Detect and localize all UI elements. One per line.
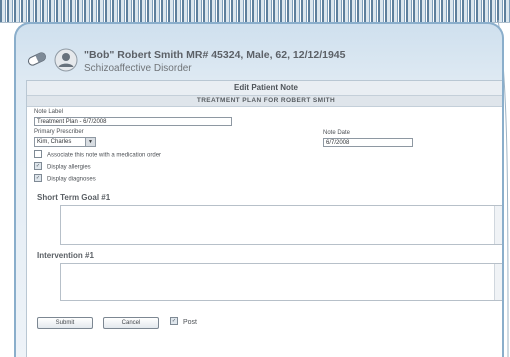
post-label: Post xyxy=(183,318,198,326)
note-label-input[interactable]: Treatment Plan - 6/7/2008 xyxy=(34,117,232,126)
treatment-plan-title: TREATMENT PLAN FOR ROBERT SMITH xyxy=(27,96,502,107)
note-date-input[interactable]: 6/7/2008 xyxy=(323,138,413,147)
intervention-scrollbar[interactable] xyxy=(494,264,502,300)
check-icon: ✓ xyxy=(35,175,41,181)
screenshot-stage: "Bob" Robert Smith MR# 45324, Male, 62, … xyxy=(0,0,510,357)
short-term-goal-textarea[interactable] xyxy=(60,205,502,245)
check-icon: ✓ xyxy=(171,318,177,324)
chevron-down-icon[interactable]: ▼ xyxy=(85,138,95,146)
associate-order-checkbox[interactable] xyxy=(34,150,42,158)
primary-prescriber-label: Primary Prescriber xyxy=(34,129,84,135)
note-label-label: Note Label xyxy=(34,109,64,115)
primary-prescriber-value: Kim, Charles xyxy=(37,139,72,145)
edit-note-form: Edit Patient Note TREATMENT PLAN FOR ROB… xyxy=(26,80,502,357)
display-allergies-label: Display allergies xyxy=(47,164,91,171)
submit-button[interactable]: Submit xyxy=(37,317,93,329)
pill-icon[interactable] xyxy=(26,52,48,66)
associate-order-checkbox-row[interactable]: Associate this note with a medication or… xyxy=(34,150,162,159)
form-title: Edit Patient Note xyxy=(27,81,502,96)
patient-name: "Bob" Robert Smith MR# 45324, Male, 62, … xyxy=(84,49,346,61)
short-term-goal-scrollbar[interactable] xyxy=(494,206,502,244)
post-checkbox-row[interactable]: ✓ Post xyxy=(170,317,198,326)
display-diagnoses-label: Display diagnoses xyxy=(47,176,96,183)
cancel-button[interactable]: Cancel xyxy=(103,317,159,329)
display-diagnoses-checkbox-row[interactable]: ✓ Display diagnoses xyxy=(34,174,96,183)
primary-prescriber-select[interactable]: Kim, Charles ▼ xyxy=(34,137,96,147)
display-allergies-checkbox-row[interactable]: ✓ Display allergies xyxy=(34,162,91,171)
post-checkbox[interactable]: ✓ xyxy=(170,317,178,325)
short-term-goal-heading: Short Term Goal #1 xyxy=(37,193,111,202)
note-date-label: Note Date xyxy=(323,130,351,136)
display-allergies-checkbox[interactable]: ✓ xyxy=(34,162,42,170)
intervention-heading: Intervention #1 xyxy=(37,251,94,260)
patient-icon xyxy=(54,48,78,72)
intervention-textarea[interactable] xyxy=(60,263,502,301)
spiral-binding-decoration xyxy=(0,0,510,23)
patient-note-panel: "Bob" Robert Smith MR# 45324, Male, 62, … xyxy=(14,22,504,357)
display-diagnoses-checkbox[interactable]: ✓ xyxy=(34,174,42,182)
patient-diagnosis: Schizoaffective Disorder xyxy=(84,63,192,74)
associate-order-label: Associate this note with a medication or… xyxy=(47,152,162,159)
check-icon: ✓ xyxy=(35,163,41,169)
